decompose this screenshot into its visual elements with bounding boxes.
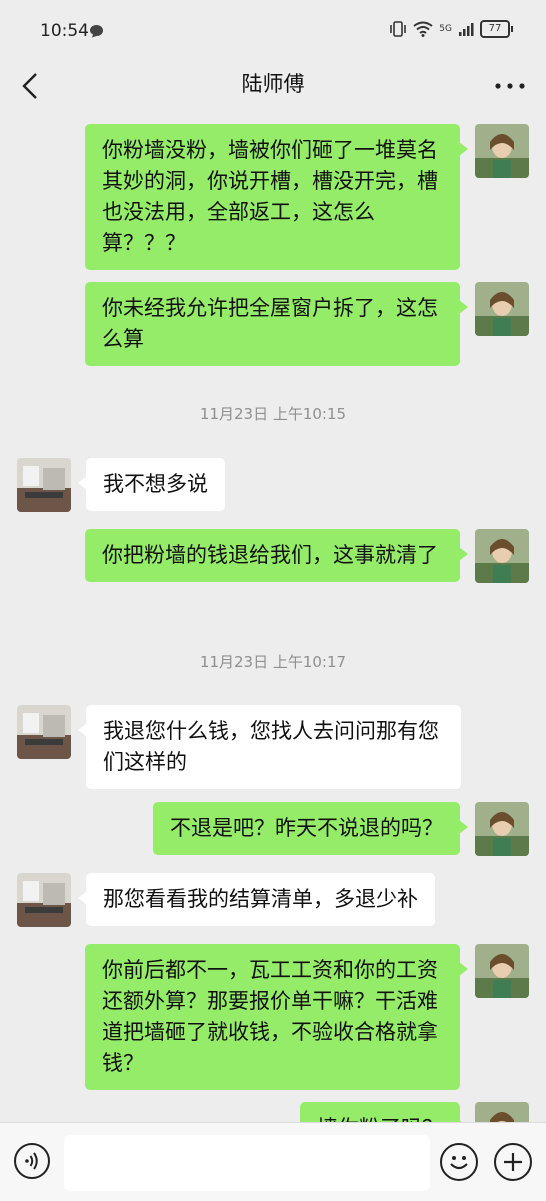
message-bubble-received[interactable]: 我不想多说 [78, 458, 225, 511]
user-portrait-icon [475, 802, 529, 856]
plus-icon [504, 1153, 522, 1171]
my-avatar[interactable] [475, 1102, 529, 1122]
chat-message-list[interactable]: 你粉墙没粉，墙被你们砸了一堆莫名其妙的洞，你说开槽，槽没开完，槽也没法用，全部返… [0, 116, 546, 1122]
my-avatar[interactable] [475, 529, 529, 583]
user-portrait-icon [475, 124, 529, 178]
message-text-input[interactable] [64, 1135, 430, 1191]
user-portrait-icon [475, 1102, 529, 1122]
message-bubble-sent[interactable]: 墙你粉了吗？ [300, 1102, 468, 1122]
network-type-label: 5G [439, 23, 452, 34]
user-portrait-icon [475, 529, 529, 583]
user-portrait-icon [475, 282, 529, 336]
voice-input-button[interactable] [14, 1143, 50, 1179]
contact-photo-icon [17, 705, 71, 759]
emoji-button[interactable] [440, 1143, 478, 1181]
message-bubble-sent[interactable]: 你前后都不一，瓦工工资和你的工资还额外算？那要报价单干嘛？干活难道把墙砸了就收钱… [85, 944, 468, 1090]
message-notification-icon [90, 25, 103, 38]
message-bubble-sent[interactable]: 你未经我允许把全屋窗户拆了，这怎么算 [85, 282, 468, 366]
message-input-bar [0, 1122, 546, 1201]
more-options-button[interactable] [492, 66, 528, 106]
status-bar: 10:54 5G 77 [0, 0, 546, 60]
contact-avatar[interactable] [17, 873, 71, 927]
contact-photo-icon [17, 458, 71, 512]
message-bubble-received[interactable]: 我退您什么钱，您找人去问问那有您们这样的 [78, 705, 461, 789]
user-portrait-icon [475, 944, 529, 998]
status-icons: 5G 77 [389, 20, 513, 38]
chat-title: 陆师傅 [241, 72, 305, 96]
message-bubble-sent[interactable]: 你把粉墙的钱退给我们，这事就清了 [85, 529, 468, 582]
message-bubble-received[interactable]: 那您看看我的结算清单，多退少补 [78, 873, 435, 926]
my-avatar[interactable] [475, 944, 529, 998]
my-avatar[interactable] [475, 802, 529, 856]
more-dots-icon [495, 83, 525, 89]
vibrate-icon [390, 21, 407, 37]
contact-avatar[interactable] [17, 705, 71, 759]
message-bubble-sent[interactable]: 你粉墙没粉，墙被你们砸了一堆莫名其妙的洞，你说开槽，槽没开完，槽也没法用，全部返… [85, 124, 468, 270]
contact-photo-icon [17, 873, 71, 927]
more-functions-button[interactable] [494, 1143, 532, 1181]
chat-header: 陆师傅 [0, 60, 546, 116]
battery-indicator: 77 [480, 20, 513, 38]
message-bubble-sent[interactable]: 不退是吧？昨天不说退的吗？ [153, 802, 468, 855]
chat-timestamp: 11月23日 上午10:15 [199, 405, 347, 423]
my-avatar[interactable] [475, 124, 529, 178]
voice-icon [25, 1152, 38, 1170]
wifi-icon [413, 21, 433, 37]
status-time: 10:54 [40, 21, 89, 41]
signal-icon [459, 23, 474, 36]
smiley-icon [450, 1156, 468, 1170]
my-avatar[interactable] [475, 282, 529, 336]
chat-timestamp: 11月23日 上午10:17 [199, 653, 347, 671]
contact-avatar[interactable] [17, 458, 71, 512]
